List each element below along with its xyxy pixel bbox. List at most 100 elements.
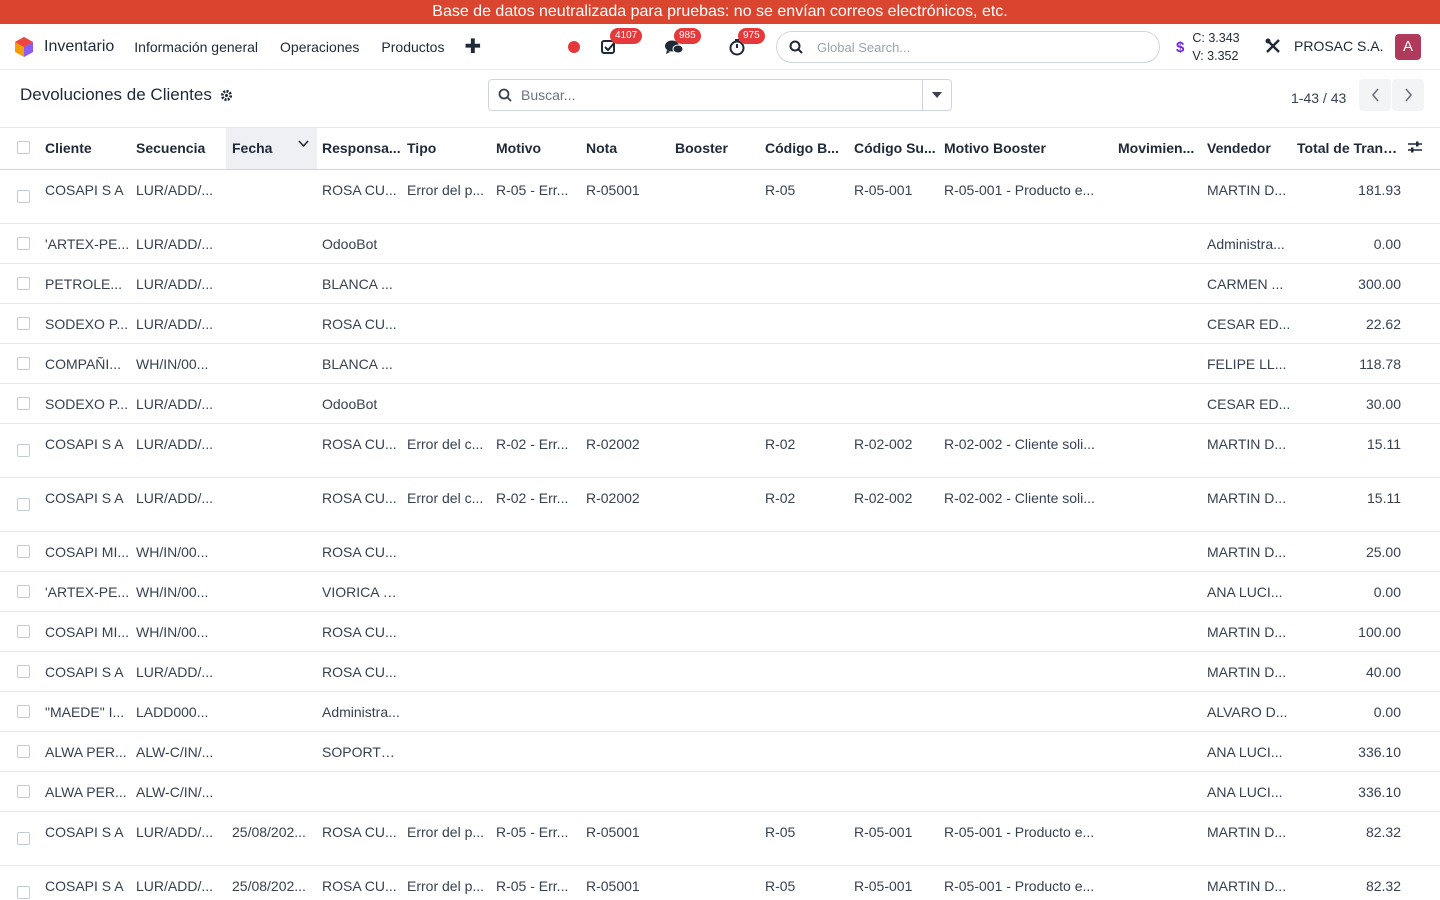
col-nota[interactable]: Nota xyxy=(586,128,675,169)
table-row[interactable]: COSAPI S A LUR/ADD/... ROSA CU... Error del… xyxy=(0,169,1440,223)
row-checkbox[interactable] xyxy=(17,356,30,370)
row-checkbox[interactable] xyxy=(17,744,30,758)
cell-tipo xyxy=(407,343,496,383)
app-brand[interactable]: Inventario xyxy=(14,36,114,58)
col-cliente[interactable]: Cliente xyxy=(45,128,136,169)
row-checkbox[interactable] xyxy=(17,664,30,678)
cell-movimiento xyxy=(1118,691,1207,731)
cell-secuencia: LUR/ADD/... xyxy=(136,489,214,506)
row-checkbox[interactable] xyxy=(17,885,30,899)
pager-previous-button[interactable] xyxy=(1359,79,1391,111)
global-search-input[interactable] xyxy=(817,39,1137,55)
row-checkbox[interactable] xyxy=(17,584,30,598)
table-row[interactable]: PETROLE... LUR/ADD/... BLANCA ... CARMEN ..… xyxy=(0,263,1440,303)
optional-columns-toggle[interactable] xyxy=(1407,128,1440,169)
table-row[interactable]: SODEXO P... LUR/ADD/... OdooBot CESAR ED...… xyxy=(0,383,1440,423)
table-row[interactable]: 'ARTEX-PE... LUR/ADD/... OdooBot Administra… xyxy=(0,223,1440,263)
table-row[interactable]: COSAPI MI... WH/IN/00... ROSA CU... MARTIN … xyxy=(0,531,1440,571)
row-select-cell xyxy=(0,169,45,223)
table-row[interactable]: COSAPI S A LUR/ADD/... ROSA CU... Error del… xyxy=(0,477,1440,531)
col-booster[interactable]: Booster xyxy=(675,128,765,169)
gear-icon[interactable] xyxy=(220,89,233,102)
row-select-cell xyxy=(0,865,45,900)
col-movimiento[interactable]: Movimien... xyxy=(1118,128,1207,169)
user-avatar[interactable]: A xyxy=(1395,34,1421,60)
table-row[interactable]: ALWA PER... ALW-C/IN/... SOPORTE ... ANA LU… xyxy=(0,731,1440,771)
cell-booster xyxy=(675,477,765,531)
select-all-checkbox[interactable] xyxy=(17,141,30,155)
pager-value[interactable]: 1-43 / 43 xyxy=(1291,90,1346,106)
col-tipo[interactable]: Tipo xyxy=(407,128,496,169)
caret-down-icon xyxy=(932,92,942,98)
cell-cliente: SODEXO P... xyxy=(45,315,128,332)
col-responsable[interactable]: Responsa... xyxy=(317,128,407,169)
search-bar[interactable] xyxy=(488,79,952,111)
cell-motivo: R-05 - Err... xyxy=(496,181,569,198)
cell-responsable xyxy=(317,771,407,811)
table-row[interactable]: ALWA PER... ALW-C/IN/... ANA LUCI... 336.10 xyxy=(0,771,1440,811)
cell-nota xyxy=(586,343,675,383)
cell-codigo-sub: R-05-001 xyxy=(854,823,913,840)
row-checkbox[interactable] xyxy=(17,276,30,290)
row-checkbox[interactable] xyxy=(17,396,30,410)
col-fecha[interactable]: Fecha xyxy=(226,128,317,169)
col-secuencia[interactable]: Secuencia xyxy=(136,128,226,169)
table-row[interactable]: SODEXO P... LUR/ADD/... ROSA CU... CESAR ED… xyxy=(0,303,1440,343)
col-codigo-booster[interactable]: Código B... xyxy=(765,128,854,169)
row-end-cell xyxy=(1407,811,1440,865)
cell-responsable: ROSA CU... xyxy=(322,823,397,840)
table-row[interactable]: COSAPI S A LUR/ADD/... ROSA CU... Error del… xyxy=(0,423,1440,477)
cell-nota: R-05001 xyxy=(586,823,640,840)
cell-fecha xyxy=(226,169,317,223)
recording-dot-icon[interactable] xyxy=(568,41,580,53)
cell-codigo-sub xyxy=(854,263,944,303)
table-row[interactable]: COSAPI S A LUR/ADD/... 25/08/202... ROSA CU… xyxy=(0,811,1440,865)
row-checkbox[interactable] xyxy=(17,831,30,845)
row-end-cell xyxy=(1407,571,1440,611)
cell-cliente: ALWA PER... xyxy=(45,783,127,800)
row-checkbox[interactable] xyxy=(17,624,30,638)
pager-next-button[interactable] xyxy=(1392,79,1424,111)
row-checkbox[interactable] xyxy=(17,443,30,457)
search-options-toggle[interactable] xyxy=(922,80,951,110)
table-row[interactable]: COSAPI MI... WH/IN/00... ROSA CU... MARTIN … xyxy=(0,611,1440,651)
company-switcher[interactable]: PROSAC S.A. xyxy=(1294,38,1383,54)
menu-productos[interactable]: Productos xyxy=(381,39,444,55)
row-checkbox[interactable] xyxy=(17,704,30,718)
col-motivo[interactable]: Motivo xyxy=(496,128,586,169)
cell-motivo xyxy=(496,263,586,303)
row-select-cell xyxy=(0,423,45,477)
col-motivo-booster[interactable]: Motivo Booster xyxy=(944,128,1118,169)
row-checkbox[interactable] xyxy=(17,497,30,511)
cell-movimiento xyxy=(1118,771,1207,811)
timer-button[interactable]: 975 xyxy=(728,28,765,58)
activities-button[interactable]: 4107 xyxy=(600,28,643,58)
table-row[interactable]: "MAEDE" I... LADD000... Administra... ALVAR… xyxy=(0,691,1440,731)
cell-codigo-sub xyxy=(854,303,944,343)
row-checkbox[interactable] xyxy=(17,316,30,330)
cell-codigo-booster xyxy=(765,531,854,571)
row-checkbox[interactable] xyxy=(17,784,30,798)
cell-codigo-booster xyxy=(765,691,854,731)
search-input[interactable] xyxy=(521,87,922,103)
global-search[interactable] xyxy=(776,31,1160,63)
table-row[interactable]: 'ARTEX-PE... WH/IN/00... VIORICA P... ANA L… xyxy=(0,571,1440,611)
table-row[interactable]: COSAPI S A LUR/ADD/... 25/08/202... ROSA CU… xyxy=(0,865,1440,900)
menu-operaciones[interactable]: Operaciones xyxy=(280,39,359,55)
cell-tipo xyxy=(407,691,496,731)
table-row[interactable]: COMPAÑI... WH/IN/00... BLANCA ... FELIPE LL… xyxy=(0,343,1440,383)
col-total[interactable]: Total de Trans... xyxy=(1297,128,1407,169)
cell-cliente: 'ARTEX-PE... xyxy=(45,235,130,252)
debug-tools-icon[interactable] xyxy=(1264,37,1282,58)
cell-responsable: ROSA CU... xyxy=(322,623,397,640)
cell-responsable: ROSA CU... xyxy=(322,663,397,680)
menu-informacion-general[interactable]: Información general xyxy=(134,39,258,55)
row-checkbox[interactable] xyxy=(17,544,30,558)
row-checkbox[interactable] xyxy=(17,189,30,203)
col-vendedor[interactable]: Vendedor xyxy=(1207,128,1297,169)
quick-create-plus-icon[interactable]: ✚ xyxy=(464,34,481,59)
table-row[interactable]: COSAPI S A LUR/ADD/... ROSA CU... MARTIN D.… xyxy=(0,651,1440,691)
col-codigo-sub[interactable]: Código Su... xyxy=(854,128,944,169)
messages-button[interactable]: 985 xyxy=(664,28,701,58)
row-checkbox[interactable] xyxy=(17,236,30,250)
